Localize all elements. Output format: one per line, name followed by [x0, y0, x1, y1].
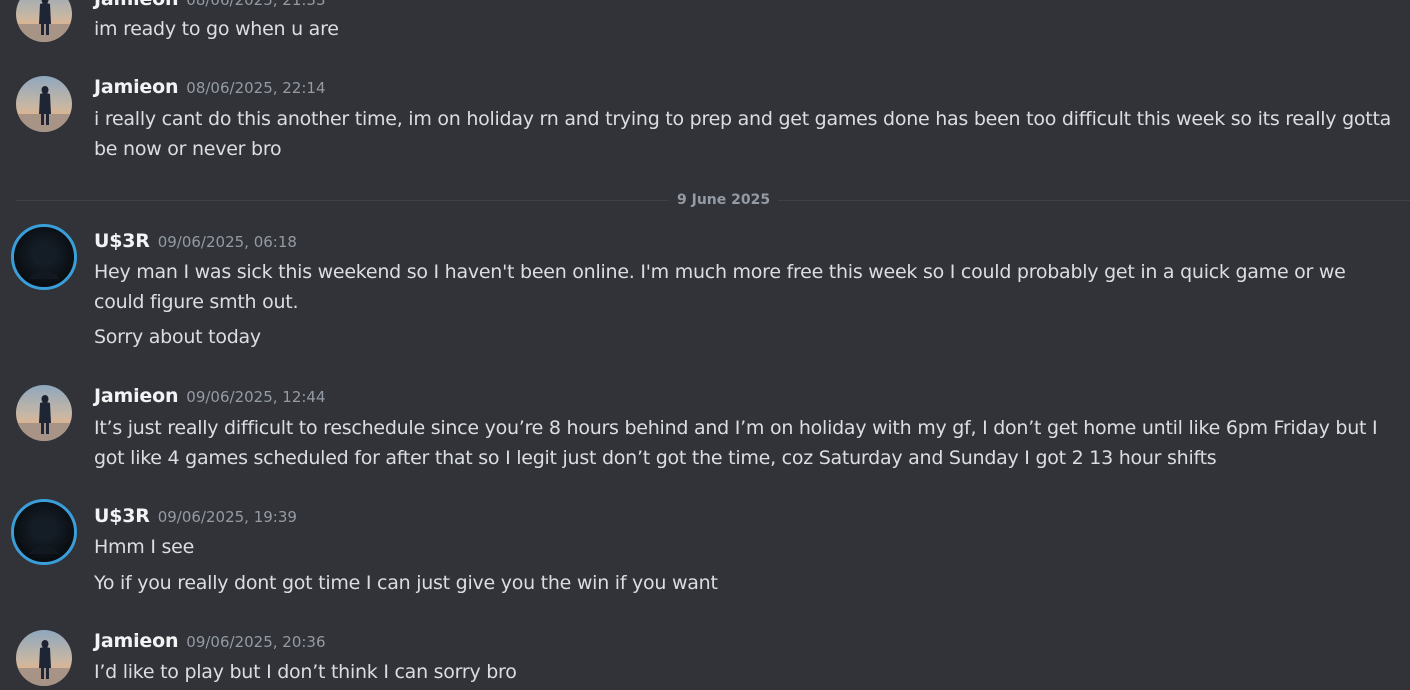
user-avatar-icon[interactable]	[11, 224, 77, 290]
message-timestamp: 09/06/2025, 20:36	[186, 633, 326, 651]
date-divider-label: 9 June 2025	[669, 190, 779, 210]
message-timestamp: 09/06/2025, 19:39	[157, 508, 297, 526]
message-text: Hey man I was sick this weekend so I hav…	[94, 261, 1346, 313]
message-text: Hmm I see	[94, 536, 195, 558]
author-name[interactable]: Jamieon	[94, 76, 178, 98]
author-name[interactable]: U$3R	[94, 230, 150, 252]
author-name[interactable]: U$3R	[94, 505, 150, 527]
message-timestamp: 08/06/2025, 22:14	[186, 79, 326, 97]
message-text: It’s just really difficult to reschedule…	[94, 417, 1378, 469]
message-text: Sorry about today	[94, 326, 261, 348]
user-avatar-icon[interactable]	[11, 499, 77, 565]
author-name[interactable]: Jamieon	[94, 0, 178, 10]
message-text: i really cant do this another time, im o…	[94, 108, 1392, 160]
message-timestamp: 08/06/2025, 21:33	[186, 0, 326, 9]
message-timestamp: 09/06/2025, 06:18	[157, 233, 297, 251]
jamieon-avatar-icon[interactable]	[16, 76, 72, 132]
jamieon-avatar-icon[interactable]	[16, 0, 72, 42]
message-timestamp: 09/06/2025, 12:44	[186, 388, 326, 406]
chat-messages: Jamieon 08/06/2025, 21:33 im ready to go …	[0, 0, 1410, 690]
message-text: I’d like to play but I don’t think I can…	[94, 661, 517, 683]
author-name[interactable]: Jamieon	[94, 385, 178, 407]
jamieon-avatar-icon[interactable]	[16, 630, 72, 686]
message-text: im ready to go when u are	[94, 18, 339, 40]
jamieon-avatar-icon[interactable]	[16, 385, 72, 441]
message-text: Yo if you really dont got time I can jus…	[94, 572, 718, 594]
author-name[interactable]: Jamieon	[94, 630, 178, 652]
